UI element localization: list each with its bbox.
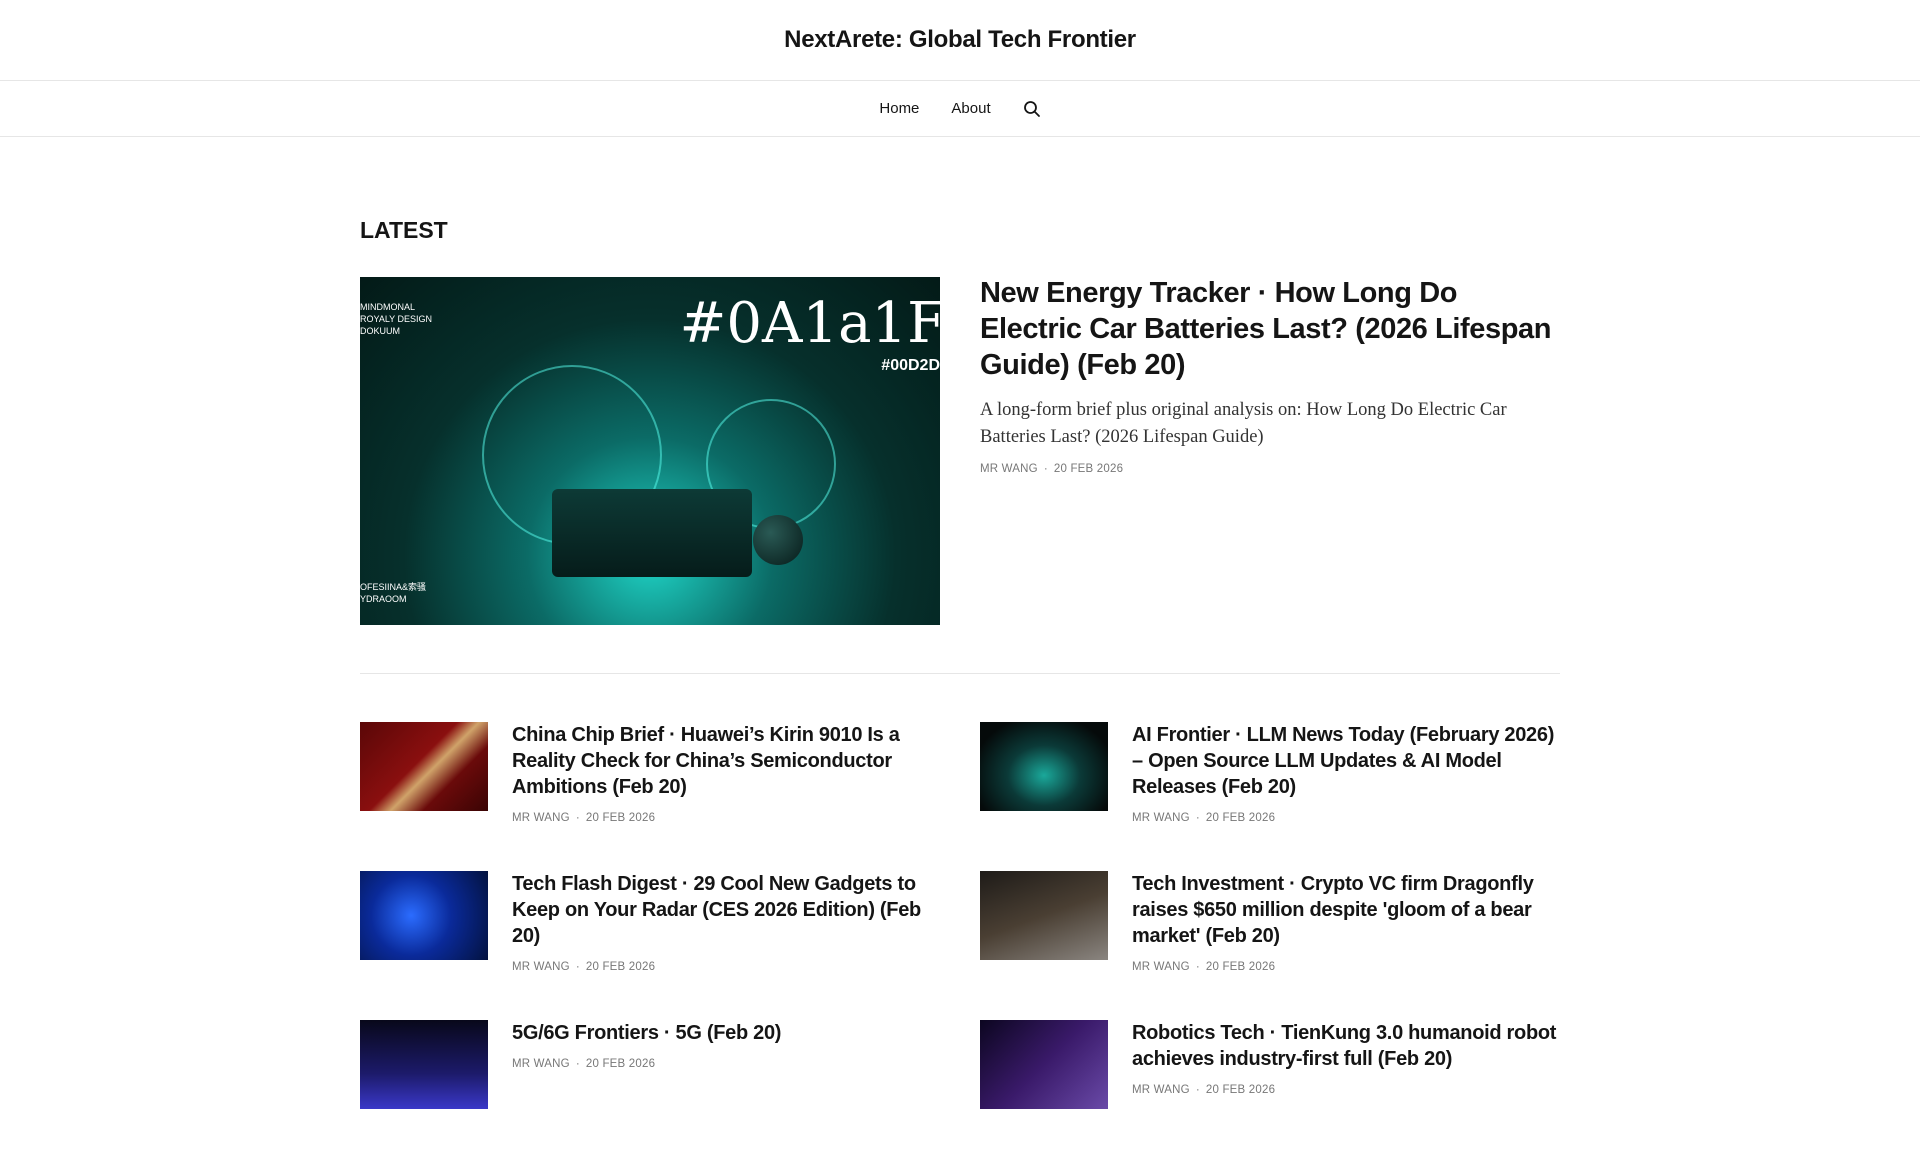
image-text: #0A1a1F [679, 291, 941, 356]
post-date: 20 FEB 2026 [1053, 463, 1124, 475]
post-title[interactable]: China Chip Brief · Huawei’s Kirin 9010 I… [512, 722, 940, 800]
post-card: AI Frontier · LLM News Today (February 2… [980, 722, 1560, 824]
post-thumbnail[interactable] [360, 871, 488, 960]
post-author[interactable]: MR WANG [512, 1058, 570, 1070]
post-author[interactable]: MR WANG [1132, 812, 1190, 824]
nav-home[interactable]: Home [879, 100, 919, 117]
post-author[interactable]: MR WANG [980, 463, 1038, 475]
post-meta: MR WANG · 20 FEB 2026 [1132, 961, 1276, 973]
post-body: China Chip Brief · Huawei’s Kirin 9010 I… [512, 722, 940, 824]
post-thumbnail[interactable] [360, 1020, 488, 1109]
post-author[interactable]: MR WANG [512, 812, 570, 824]
post-title[interactable]: Robotics Tech · TienKung 3.0 humanoid ro… [1132, 1020, 1560, 1072]
post-thumbnail[interactable] [980, 1020, 1108, 1109]
post-date: 20 FEB 2026 [1205, 961, 1276, 973]
featured-title[interactable]: New Energy Tracker · How Long Do Electri… [980, 275, 1560, 383]
post-date: 20 FEB 2026 [585, 961, 656, 973]
post-thumbnail[interactable] [980, 871, 1108, 960]
post-card: China Chip Brief · Huawei’s Kirin 9010 I… [360, 722, 940, 824]
post-body: Tech Flash Digest · 29 Cool New Gadgets … [512, 871, 940, 973]
post-body: AI Frontier · LLM News Today (February 2… [1132, 722, 1560, 824]
post-title[interactable]: Tech Flash Digest · 29 Cool New Gadgets … [512, 871, 940, 949]
post-date: 20 FEB 2026 [585, 812, 656, 824]
post-card: 5G/6G Frontiers · 5G (Feb 20) MR WANG · 20… [360, 1020, 940, 1109]
site-title[interactable]: NextArete: Global Tech Frontier [784, 26, 1136, 54]
post-date: 20 FEB 2026 [1205, 1084, 1276, 1096]
post-meta: MR WANG · 20 FEB 2026 [512, 1058, 656, 1070]
nav-about[interactable]: About [951, 100, 990, 117]
post-title[interactable]: Tech Investment · Crypto VC firm Dragonf… [1132, 871, 1560, 949]
section-title: LATEST [360, 217, 448, 243]
main-content: LATEST #0A1a1F #00D2D MINDMONAL ROYALY D… [360, 137, 1560, 1156]
post-author[interactable]: MR WANG [1132, 961, 1190, 973]
post-meta: MR WANG · 20 FEB 2026 [980, 463, 1124, 475]
site-header: NextArete: Global Tech Frontier [0, 0, 1920, 81]
post-title[interactable]: AI Frontier · LLM News Today (February 2… [1132, 722, 1560, 800]
image-text: #00D2D [881, 357, 940, 374]
featured-image[interactable]: #0A1a1F #00D2D MINDMONAL ROYALY DESIGN D… [360, 277, 940, 625]
post-thumbnail[interactable] [360, 722, 488, 811]
post-meta: MR WANG · 20 FEB 2026 [512, 812, 656, 824]
featured-post: #0A1a1F #00D2D MINDMONAL ROYALY DESIGN D… [360, 277, 1560, 674]
post-card: Robotics Tech · TienKung 3.0 humanoid ro… [980, 1020, 1560, 1109]
post-body: Tech Investment · Crypto VC firm Dragonf… [1132, 871, 1560, 973]
post-meta: MR WANG · 20 FEB 2026 [1132, 1084, 1276, 1096]
post-body: Robotics Tech · TienKung 3.0 humanoid ro… [1132, 1020, 1560, 1109]
post-date: 20 FEB 2026 [585, 1058, 656, 1070]
post-author[interactable]: MR WANG [1132, 1084, 1190, 1096]
post-card: Tech Investment · Crypto VC firm Dragonf… [980, 871, 1560, 973]
post-title[interactable]: 5G/6G Frontiers · 5G (Feb 20) [512, 1020, 781, 1046]
post-meta: MR WANG · 20 FEB 2026 [1132, 812, 1276, 824]
featured-body: New Energy Tracker · How Long Do Electri… [980, 277, 1560, 625]
post-date: 20 FEB 2026 [1205, 812, 1276, 824]
post-grid: China Chip Brief · Huawei’s Kirin 9010 I… [360, 674, 1560, 1156]
image-text: OFESIINA&索骚 YDRAOOM [360, 582, 427, 604]
post-thumbnail[interactable] [980, 722, 1108, 811]
search-icon[interactable] [1023, 100, 1041, 118]
main-nav: Home About [0, 81, 1920, 137]
post-meta: MR WANG · 20 FEB 2026 [512, 961, 656, 973]
image-text: MINDMONAL ROYALY DESIGN DOKUUM [360, 302, 433, 336]
featured-excerpt: A long-form brief plus original analysis… [980, 400, 1507, 447]
post-author[interactable]: MR WANG [512, 961, 570, 973]
post-card: Tech Flash Digest · 29 Cool New Gadgets … [360, 871, 940, 973]
post-body: 5G/6G Frontiers · 5G (Feb 20) MR WANG · 20… [512, 1020, 781, 1109]
